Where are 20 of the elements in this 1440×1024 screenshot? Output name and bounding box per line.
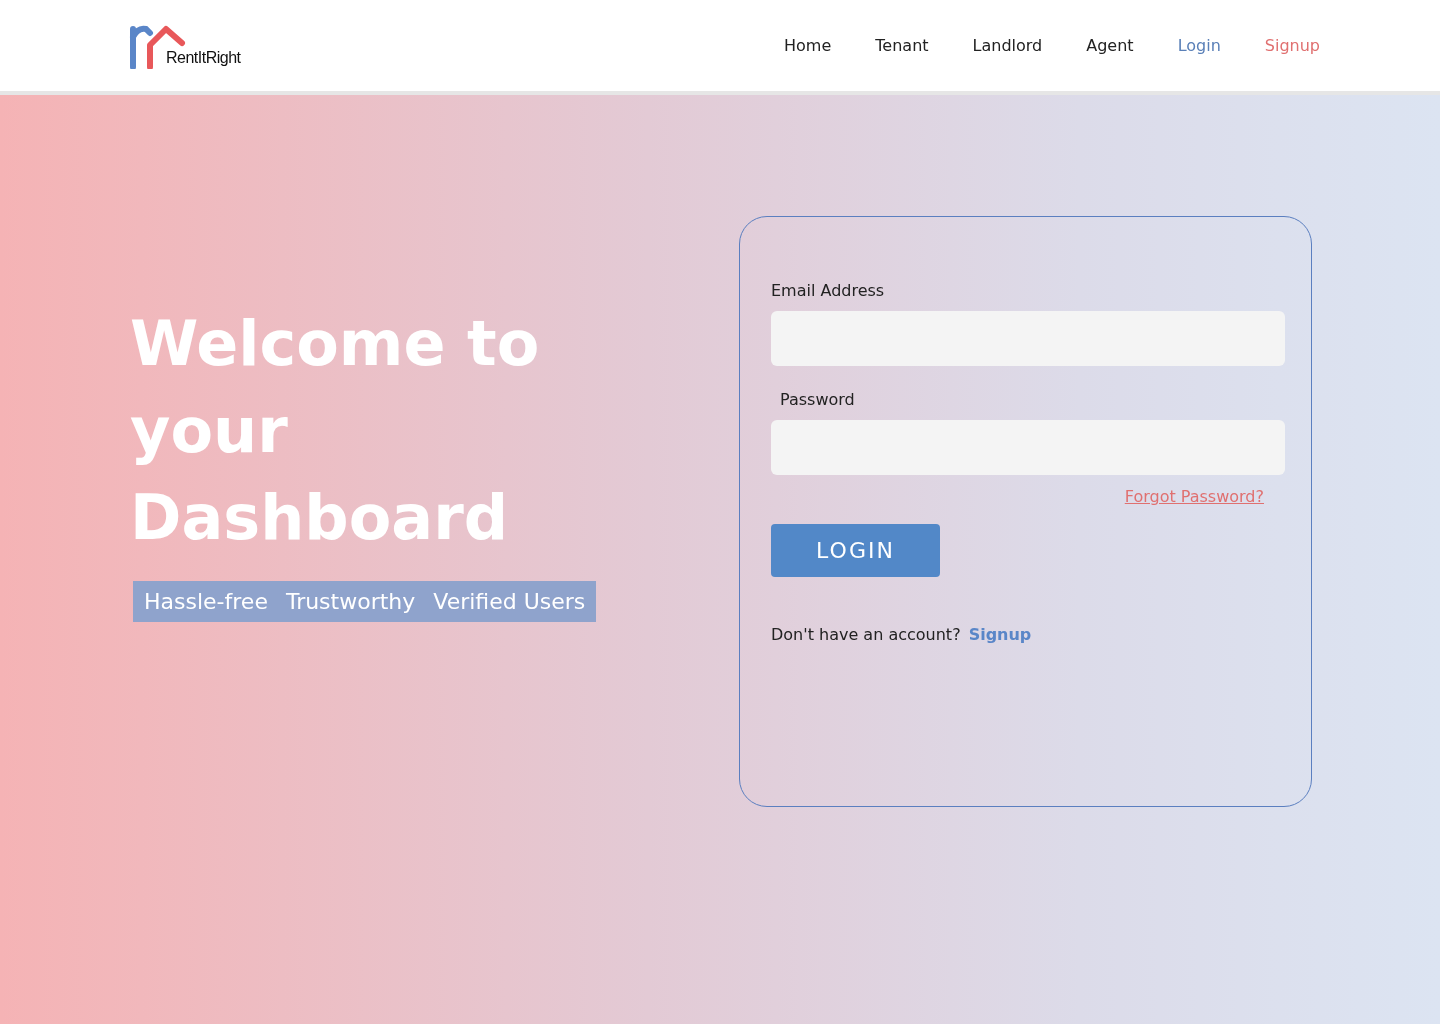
feature-tag: Hassle-free bbox=[135, 589, 277, 614]
signup-prompt: Don't have an account? bbox=[771, 625, 961, 644]
input-field[interactable] bbox=[771, 311, 1285, 366]
nav-link[interactable]: Login bbox=[1177, 36, 1221, 55]
input-field[interactable] bbox=[771, 420, 1285, 475]
nav-link[interactable]: Home bbox=[784, 36, 832, 55]
hero-heading: your Dashboard bbox=[130, 393, 510, 556]
nav-link[interactable]: Agent bbox=[1086, 36, 1134, 55]
field-label: Password bbox=[780, 390, 856, 409]
hero-heading: Welcome to bbox=[130, 306, 540, 382]
feature-tag: Verified Users bbox=[424, 589, 595, 614]
signup-link[interactable]: Signup bbox=[968, 625, 1032, 644]
login-button[interactable]: LOGIN bbox=[771, 524, 940, 577]
field-label: Email Address bbox=[771, 281, 886, 300]
feature-tag: Trustworthy bbox=[276, 589, 425, 614]
nav-link[interactable]: Landlord bbox=[972, 36, 1043, 55]
forgot-password-link[interactable]: Forgot Password? bbox=[1124, 487, 1264, 506]
logo-text: RentItRight bbox=[166, 48, 241, 67]
nav-link[interactable]: Tenant bbox=[875, 36, 929, 55]
nav-link[interactable]: Signup bbox=[1264, 36, 1320, 55]
